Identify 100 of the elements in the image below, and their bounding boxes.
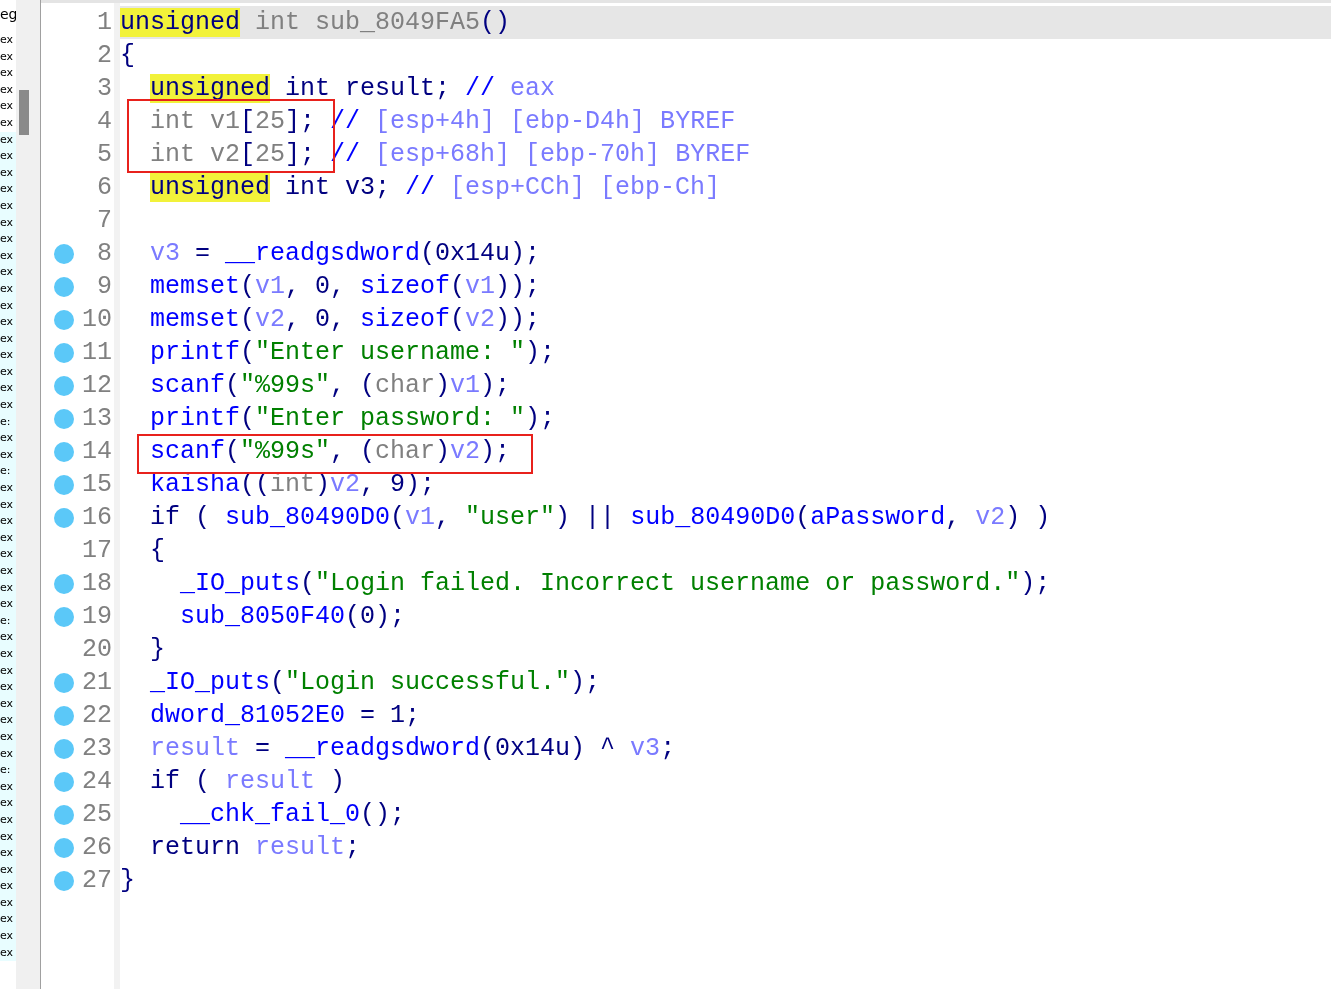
breakpoint-dot-icon[interactable] xyxy=(54,837,74,858)
list-item[interactable]: ex xyxy=(0,148,16,165)
breakpoint-dot-icon[interactable] xyxy=(54,738,74,759)
list-item[interactable]: ex xyxy=(0,911,16,929)
line-number: 23 xyxy=(82,734,113,763)
line-number: 1 xyxy=(97,8,113,37)
line-number: 18 xyxy=(82,569,113,598)
list-item[interactable]: ex xyxy=(0,795,16,812)
breakpoint-dot-icon[interactable] xyxy=(54,276,74,297)
line-number: 8 xyxy=(97,239,113,268)
code-line: memset(v1, 0, sizeof(v1)); xyxy=(149,271,542,303)
line-number: 26 xyxy=(82,833,113,862)
line-number: 12 xyxy=(82,371,113,400)
code-line: if ( result ) xyxy=(149,766,347,798)
code-line: unsigned int result; // eax xyxy=(149,73,557,105)
line-number: 11 xyxy=(82,338,113,367)
code-line: memset(v2, 0, sizeof(v2)); xyxy=(149,304,542,336)
list-item[interactable]: ex xyxy=(0,563,16,580)
list-item[interactable]: ex xyxy=(0,380,16,398)
code-line: } xyxy=(149,634,166,666)
line-number: 5 xyxy=(97,140,113,169)
breakpoint-dot-icon[interactable] xyxy=(54,771,74,792)
code-line: result = __readgsdword(0x14u) ^ v3; xyxy=(149,733,677,765)
code-line: __chk_fail_0(); xyxy=(179,799,407,831)
breakpoint-dot-icon[interactable] xyxy=(54,672,74,693)
line-number: 9 xyxy=(97,272,113,301)
breakpoint-dot-icon[interactable] xyxy=(54,507,74,528)
line-number: 10 xyxy=(82,305,113,334)
line-number: 16 xyxy=(82,503,113,532)
list-item[interactable]: ex xyxy=(0,231,16,248)
list-item[interactable]: ex xyxy=(0,480,16,497)
breakpoint-dot-icon[interactable] xyxy=(54,375,74,396)
code-line: printf("Enter password: "); xyxy=(149,403,557,435)
list-item[interactable]: ex xyxy=(0,314,16,331)
line-number: 15 xyxy=(82,470,113,499)
list-item[interactable]: e: xyxy=(0,463,16,481)
pane-header: eg xyxy=(0,5,16,24)
list-item[interactable]: ex xyxy=(0,679,16,696)
code-line: { xyxy=(149,535,166,567)
list-item[interactable]: ex xyxy=(0,131,16,149)
scrollbar-thumb[interactable] xyxy=(19,90,29,135)
code-line: printf("Enter username: "); xyxy=(149,337,557,369)
code-line: _IO_puts("Login failed. Incorrect username or password."); xyxy=(179,568,1052,600)
code-line: { xyxy=(120,40,136,72)
list-item[interactable]: ex xyxy=(0,114,16,132)
line-number: 14 xyxy=(82,437,113,466)
list-item[interactable]: ex xyxy=(0,430,16,447)
list-item[interactable]: ex xyxy=(0,596,16,613)
list-item[interactable]: ex xyxy=(0,81,16,99)
code-line: } xyxy=(120,865,136,897)
line-number: 27 xyxy=(82,866,113,895)
line-number: 2 xyxy=(97,41,113,70)
list-item[interactable]: ex xyxy=(0,181,16,198)
code-line: unsigned int v3; // [esp+CCh] [ebp-Ch] xyxy=(149,172,722,204)
list-item[interactable]: ex xyxy=(0,48,16,66)
breakpoint-dot-icon[interactable] xyxy=(54,342,74,363)
breakpoint-dot-icon[interactable] xyxy=(54,870,74,891)
list-item[interactable]: ex xyxy=(0,65,16,82)
code-line: if ( sub_80490D0(v1, "user") || sub_80490D0(aPassword, v2) ) xyxy=(149,502,1052,534)
list-item[interactable]: ex xyxy=(0,513,16,530)
breakpoint-dot-icon[interactable] xyxy=(54,804,74,825)
breakpoint-dot-icon[interactable] xyxy=(54,408,74,429)
list-item[interactable]: ex xyxy=(0,928,16,945)
code-line: sub_8050F40(0); xyxy=(179,601,407,633)
line-number: 17 xyxy=(82,536,113,565)
code-line: scanf("%99s", (char)v2); xyxy=(149,436,512,468)
line-number: 24 xyxy=(82,767,113,796)
breakpoint-dot-icon[interactable] xyxy=(54,441,74,462)
list-item[interactable]: ex xyxy=(0,629,16,646)
list-item[interactable]: ex xyxy=(0,347,16,364)
breakpoint-dot-icon[interactable] xyxy=(54,309,74,330)
line-number: 19 xyxy=(82,602,113,631)
line-number: 6 xyxy=(97,173,113,202)
line-number: 21 xyxy=(82,668,113,697)
line-number: 4 xyxy=(97,107,113,136)
code-line: dword_81052E0 = 1; xyxy=(149,700,422,732)
line-number: 7 xyxy=(97,206,113,235)
code-line: v3 = __readgsdword(0x14u); xyxy=(149,238,542,270)
list-item[interactable]: e: xyxy=(0,762,16,779)
breakpoint-dot-icon[interactable] xyxy=(54,573,74,594)
line-number: 3 xyxy=(97,74,113,103)
list-item[interactable]: ex xyxy=(0,397,16,414)
list-item[interactable]: ex xyxy=(0,98,16,115)
line-number: 22 xyxy=(82,701,113,730)
breakpoint-dot-icon[interactable] xyxy=(54,705,74,726)
line-number: 13 xyxy=(82,404,113,433)
line-number: 20 xyxy=(82,635,113,664)
breakpoint-dot-icon[interactable] xyxy=(54,243,74,264)
list-item[interactable]: ex xyxy=(0,264,16,281)
list-item[interactable]: ex xyxy=(0,878,16,895)
line-number: 25 xyxy=(82,800,113,829)
list-item[interactable]: ex xyxy=(0,546,16,563)
breakpoint-dot-icon[interactable] xyxy=(54,606,74,627)
list-item[interactable]: ex xyxy=(0,712,16,729)
list-item[interactable]: ex xyxy=(0,845,16,862)
code-line: _IO_puts("Login successful."); xyxy=(149,667,602,699)
code-line: return result; xyxy=(149,832,362,864)
code-line: scanf("%99s", (char)v1); xyxy=(149,370,512,402)
breakpoint-dot-icon[interactable] xyxy=(54,474,74,495)
list-item[interactable]: ex xyxy=(0,32,16,49)
